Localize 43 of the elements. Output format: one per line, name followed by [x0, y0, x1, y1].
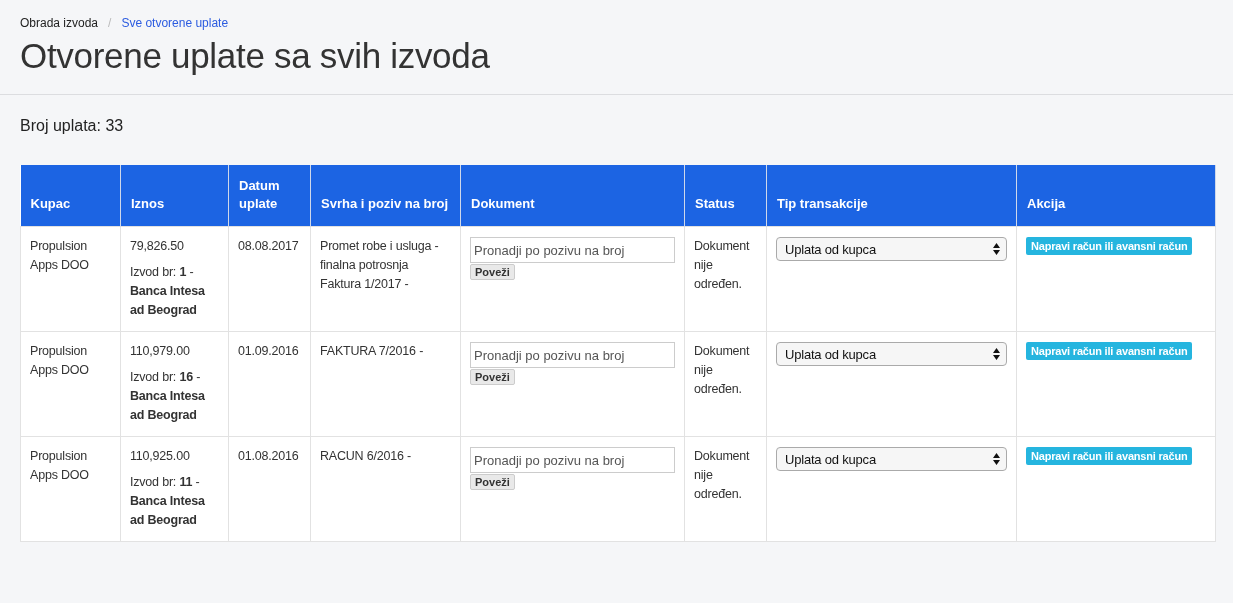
document-search-field[interactable]: Pronadji po pozivu na broj: [470, 447, 675, 473]
customer-cell: Propulsion Apps DOO: [20, 226, 121, 332]
date-cell: 01.09.2016: [228, 331, 311, 437]
transaction-type-select[interactable]: Uplata od kupca: [776, 342, 1007, 366]
purpose-cell: Promet robe i usluga - finalna potrosnja Faktura 1/2017 -: [310, 226, 461, 332]
customer-cell: Propulsion Apps DOO: [20, 331, 121, 437]
amount-text: 110,925.00: [130, 448, 191, 465]
column-header: Akcija: [1016, 165, 1216, 227]
up-down-caret-icon: [993, 453, 1000, 465]
purpose-cell: RACUN 6/2016 -: [310, 436, 461, 542]
up-down-caret-icon: [993, 348, 1000, 360]
column-header: Status: [684, 165, 767, 227]
statement-text: Izvod br: 1 - Banca Intesa ad Beograd: [130, 264, 206, 319]
column-header: Iznos: [120, 165, 229, 227]
column-header: Datum uplate: [228, 165, 311, 227]
link-button[interactable]: Poveži: [470, 474, 515, 490]
column-header: Svrha i poziv na broj: [310, 165, 461, 227]
statement-text: Izvod br: 16 - Banca Intesa ad Beograd: [130, 369, 206, 424]
date-cell: 01.08.2016: [228, 436, 311, 542]
customer-cell: Propulsion Apps DOO: [20, 436, 121, 542]
link-button[interactable]: Poveži: [470, 264, 515, 280]
document-search-field[interactable]: Pronadji po pozivu na broj: [470, 237, 675, 263]
page-title: Otvorene uplate sa svih izvoda: [20, 36, 491, 76]
column-header: Dokument: [460, 165, 685, 227]
link-button[interactable]: Poveži: [470, 369, 515, 385]
amount-text: 79,826.50: [130, 238, 185, 255]
breadcrumb-link[interactable]: Obrada izvoda: [20, 16, 99, 30]
status-cell: Dokument nije određen.: [684, 226, 767, 332]
transaction-type-select[interactable]: Uplata od kupca: [776, 237, 1007, 261]
date-cell: 08.08.2017: [228, 226, 311, 332]
breadcrumb-link[interactable]: Sve otvorene uplate: [121, 16, 229, 30]
column-header: Tip transakcije: [766, 165, 1017, 227]
document-search-field[interactable]: Pronadji po pozivu na broj: [470, 342, 675, 368]
purpose-cell: FAKTURA 7/2016 -: [310, 331, 461, 437]
status-cell: Dokument nije određen.: [684, 436, 767, 542]
column-header: Kupac: [20, 165, 121, 227]
amount-text: 110,979.00: [130, 343, 191, 360]
payment-count: Broj uplata: 33: [20, 117, 125, 135]
breadcrumb-separator: /: [108, 16, 112, 30]
transaction-type-select[interactable]: Uplata od kupca: [776, 447, 1007, 471]
statement-text: Izvod br: 11 - Banca Intesa ad Beograd: [130, 474, 206, 529]
status-cell: Dokument nije određen.: [684, 331, 767, 437]
up-down-caret-icon: [993, 243, 1000, 255]
